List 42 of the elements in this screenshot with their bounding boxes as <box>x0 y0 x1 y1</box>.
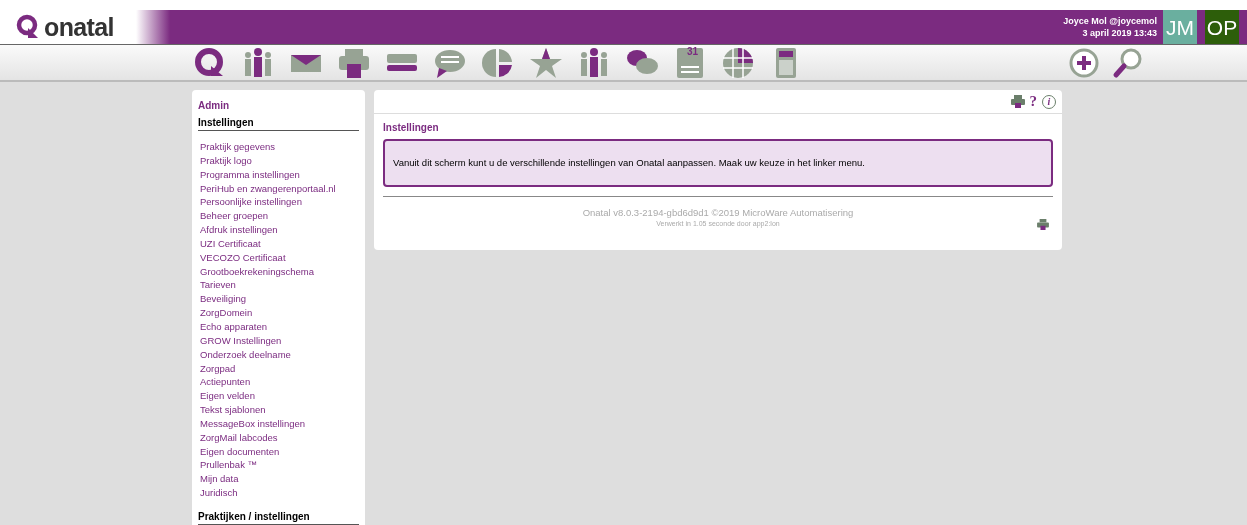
section-heading: Praktijken / instellingen <box>198 509 359 525</box>
sidebar-link[interactable]: Programma instellingen <box>200 167 359 182</box>
logo-icon <box>16 14 40 40</box>
logo-text: onatal <box>44 14 114 40</box>
version-text: Onatal v8.0.3-2194-gbd6d9d1 ©2019 MicroWare Automatisering <box>582 207 854 219</box>
sidebar-link[interactable]: ZorgMail labcodes <box>200 430 359 445</box>
sidebar-link[interactable]: UZI Certificaat <box>200 236 359 251</box>
date-time: 3 april 2019 13:43 <box>1082 27 1157 39</box>
sidebar-link[interactable]: Persoonlijke instellingen <box>200 195 359 210</box>
sidebar-link[interactable]: Zorgpad <box>200 361 359 376</box>
sidebar-link[interactable]: Afdruk instellingen <box>200 223 359 237</box>
sidebar-link[interactable]: PeriHub en zwangerenportaal.nl <box>200 181 359 196</box>
sidebar-link[interactable]: Beveiliging <box>200 292 359 307</box>
sidebar-link[interactable]: VECOZO Certificaat <box>200 250 359 265</box>
info-message: Vanuit dit scherm kunt u de verschillende instellingen van Onatal aanpassen. Maak uw keuze in het linker menu. <box>383 139 1053 187</box>
sidebar-link[interactable]: ZorgDomein <box>200 306 359 320</box>
page-title: Instellingen <box>383 122 440 134</box>
sidebar-link[interactable]: GROW Instellingen <box>200 333 359 348</box>
sidebar-link[interactable]: Onderzoek deelname <box>200 347 359 362</box>
sidebar-link[interactable]: Beheer groepen <box>200 209 359 224</box>
sidebar-link[interactable]: Eigen velden <box>200 389 359 404</box>
section-heading: Instellingen <box>198 116 359 131</box>
sidebar-link[interactable]: Echo apparaten <box>200 319 359 334</box>
sidebar-link[interactable]: Tekst sjablonen <box>200 403 359 417</box>
sidebar-link[interactable]: Mijn data <box>200 472 359 487</box>
sidebar-link[interactable]: Prullenbak ™ <box>200 458 359 473</box>
sidebar-link[interactable]: MessageBox instellingen <box>200 416 359 431</box>
print-icon[interactable] <box>1037 219 1049 230</box>
sidebar-title: Admin <box>198 99 231 112</box>
sidebar-link[interactable]: Actiepunten <box>200 375 359 390</box>
sidebar-link[interactable]: Grootboekrekeningschema <box>200 264 359 279</box>
sidebar-link[interactable]: Praktijk gegevens <box>200 140 359 154</box>
user-avatar[interactable]: OP <box>1205 10 1239 44</box>
help-button[interactable]: ? <box>1029 94 1037 109</box>
sidebar-link[interactable]: Eigen documenten <box>200 444 359 459</box>
calendar-day: 31 <box>687 46 699 57</box>
sidebar-link[interactable]: Tarieven <box>200 278 359 293</box>
globe-icon[interactable] <box>721 45 755 80</box>
print-icon[interactable] <box>1010 95 1025 108</box>
user-name: Joyce Mol @joycemol <box>1063 15 1157 27</box>
sidebar-link[interactable]: Juridisch <box>200 486 359 500</box>
sidebar-link[interactable]: Praktijk logo <box>200 153 359 168</box>
